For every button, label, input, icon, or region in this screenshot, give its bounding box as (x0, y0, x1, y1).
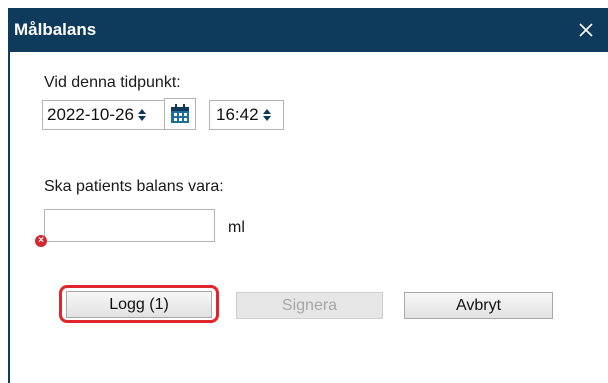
date-spin-arrows[interactable] (137, 109, 146, 121)
time-spinner[interactable]: 16:42 (209, 100, 284, 130)
close-icon[interactable] (570, 14, 602, 46)
time-value: 16:42 (216, 105, 259, 124)
dialog-titlebar: Målbalans (8, 8, 608, 52)
date-spinner[interactable]: 2022-10-26 (42, 100, 166, 130)
log-button[interactable]: Logg (1) (66, 291, 212, 318)
date-value: 2022-10-26 (47, 105, 134, 124)
balance-label: Ska patients balans vara: (44, 178, 224, 195)
time-spin-arrows[interactable] (262, 109, 271, 121)
unit-label: ml (228, 219, 245, 236)
calendar-icon (171, 104, 189, 123)
timepoint-label: Vid denna tidpunkt: (44, 74, 181, 91)
balance-input[interactable] (44, 209, 215, 242)
calendar-button[interactable] (164, 98, 196, 130)
error-icon: × (35, 235, 47, 247)
sign-button[interactable]: Signera (236, 292, 383, 319)
cancel-button[interactable]: Avbryt (404, 292, 553, 319)
dialog-title: Målbalans (14, 20, 97, 39)
